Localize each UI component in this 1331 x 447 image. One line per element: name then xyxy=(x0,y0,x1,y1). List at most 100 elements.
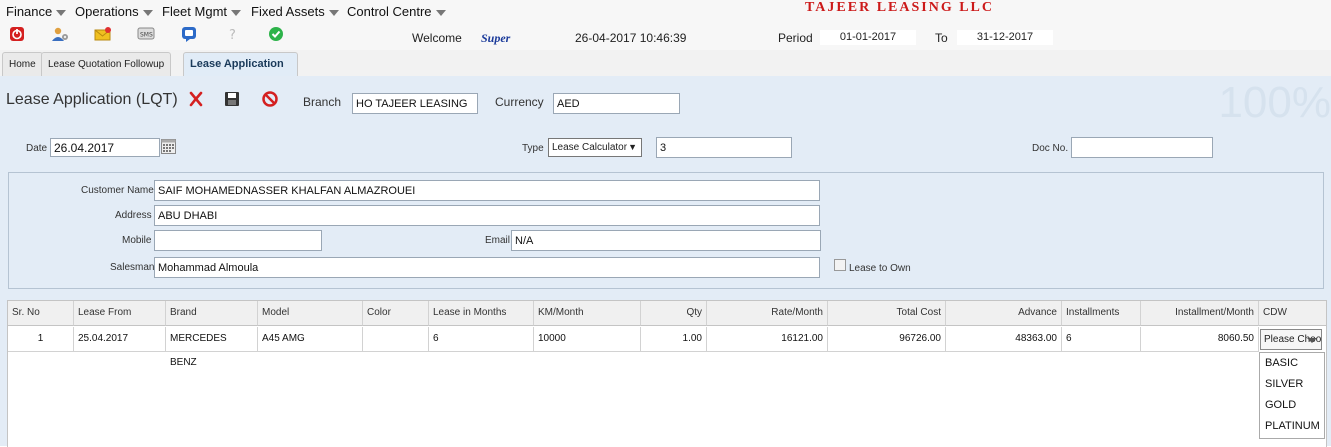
cdw-option[interactable]: SILVER xyxy=(1260,374,1324,395)
type-select-value: Lease Calculator xyxy=(552,142,628,153)
lease-to-own-label: Lease to Own xyxy=(849,263,911,274)
chevron-down-icon xyxy=(231,9,242,16)
menu-fleet-mgmt[interactable]: Fleet Mgmt xyxy=(162,4,242,19)
cancel-icon[interactable] xyxy=(262,91,278,107)
table-cell[interactable]: 48363.00 xyxy=(946,327,1062,352)
table-cell[interactable]: 8060.50 xyxy=(1141,327,1259,352)
save-icon[interactable] xyxy=(224,91,240,107)
docno-field[interactable] xyxy=(1071,137,1213,158)
toolbar: SMS ? Welcome Super 26-04-2017 10:46:39 … xyxy=(0,22,1331,50)
column-header: Color xyxy=(363,301,429,326)
email-label: Email xyxy=(485,235,511,246)
tab-lease-quotation-followup[interactable]: Lease Quotation Followup xyxy=(41,52,172,76)
tab-home[interactable]: Home xyxy=(2,52,43,76)
table-cell[interactable] xyxy=(363,327,429,352)
docno-label: Doc No. xyxy=(1032,143,1069,154)
column-header: Lease From xyxy=(74,301,166,326)
branch-field[interactable]: HO TAJEER LEASING xyxy=(352,93,478,114)
column-header: Installments xyxy=(1062,301,1141,326)
column-header: Total Cost xyxy=(828,301,946,326)
cdw-option[interactable]: BASIC xyxy=(1260,353,1324,374)
menu-label: Fixed Assets xyxy=(251,4,325,19)
sms-icon[interactable]: SMS xyxy=(137,26,155,42)
tab-lease-application[interactable]: Lease Application xyxy=(183,52,298,77)
table-cell[interactable]: A45 AMG xyxy=(258,327,363,352)
cdw-option[interactable]: PLATINUM xyxy=(1260,416,1324,437)
address-field[interactable]: ABU DHABI xyxy=(154,205,820,226)
menu-label: Finance xyxy=(6,4,53,19)
chevron-down-icon xyxy=(56,9,67,16)
table-cell[interactable]: MERCEDES BENZ xyxy=(166,327,258,368)
chevron-down-icon xyxy=(142,9,153,16)
delete-icon[interactable] xyxy=(188,91,204,107)
type-number-field[interactable]: 3 xyxy=(656,137,792,158)
table-cell[interactable]: 6 xyxy=(1062,327,1141,352)
table-cell[interactable]: 10000 xyxy=(534,327,641,352)
table-cell[interactable]: 25.04.2017 xyxy=(74,327,166,352)
period-label: Period xyxy=(778,31,813,45)
table-cell[interactable]: 1.00 xyxy=(641,327,707,352)
column-header: Brand xyxy=(166,301,258,326)
period-to-field[interactable]: 31-12-2017 xyxy=(957,30,1053,45)
zoom-watermark: 100% xyxy=(1218,78,1331,127)
column-header: Qty xyxy=(641,301,707,326)
cdw-dropdown: BASIC SILVER GOLD PLATINUM xyxy=(1259,352,1325,439)
power-icon[interactable] xyxy=(9,26,25,42)
salesman-label: Salesman xyxy=(110,262,155,273)
date-field[interactable]: 26.04.2017 xyxy=(50,138,160,157)
tab-bar: Home Lease Quotation Followup Lease Appl… xyxy=(0,50,1331,77)
menu-finance[interactable]: Finance xyxy=(6,4,67,19)
mail-icon[interactable] xyxy=(94,26,111,42)
currency-field[interactable]: AED xyxy=(553,93,680,114)
menu-label: Control Centre xyxy=(347,4,432,19)
column-header: Advance xyxy=(946,301,1062,326)
column-header: CDW xyxy=(1259,301,1326,326)
user-settings-icon[interactable] xyxy=(51,26,68,42)
menu-label: Operations xyxy=(75,4,139,19)
table-cell[interactable]: 16121.00 xyxy=(707,327,828,352)
check-icon[interactable] xyxy=(268,26,284,42)
period-to-label: To xyxy=(935,31,948,45)
column-header: Sr. No xyxy=(8,301,74,326)
username: Super xyxy=(481,31,511,45)
column-header: Rate/Month xyxy=(707,301,828,326)
chevron-down-icon: ▼ xyxy=(628,142,637,152)
company-name: TAJEER LEASING LLC xyxy=(805,0,995,15)
table-cell[interactable]: 96726.00 xyxy=(828,327,946,352)
chevron-down-icon xyxy=(328,9,339,16)
menu-control-centre[interactable]: Control Centre xyxy=(347,4,446,19)
welcome-label: Welcome xyxy=(412,31,462,45)
currency-label: Currency xyxy=(495,95,544,109)
branch-label: Branch xyxy=(303,95,342,109)
calendar-icon[interactable] xyxy=(161,139,176,154)
column-header: Installment/Month xyxy=(1141,301,1259,326)
table-cell[interactable]: 6 xyxy=(429,327,534,352)
chat-icon[interactable] xyxy=(181,26,197,42)
column-header: Lease in Months xyxy=(429,301,534,326)
cdw-select[interactable]: Please Choose xyxy=(1260,329,1322,350)
type-label: Type xyxy=(522,143,544,154)
period-from-field[interactable]: 01-01-2017 xyxy=(820,30,916,45)
svg-text:?: ? xyxy=(229,28,236,42)
lease-to-own-checkbox[interactable] xyxy=(834,259,846,271)
column-header: Model xyxy=(258,301,363,326)
type-select[interactable]: Lease Calculator ▼ xyxy=(548,138,642,157)
address-label: Address xyxy=(115,210,152,221)
mobile-field[interactable] xyxy=(154,230,322,251)
salesman-field[interactable]: Mohammad Almoula xyxy=(154,257,820,278)
email-field[interactable]: N/A xyxy=(511,230,821,251)
table-cell: 1 xyxy=(8,327,74,352)
menu-fixed-assets[interactable]: Fixed Assets xyxy=(251,4,339,19)
menu-label: Fleet Mgmt xyxy=(162,4,228,19)
chevron-down-icon xyxy=(435,9,446,16)
mobile-label: Mobile xyxy=(122,235,152,246)
cdw-option[interactable]: GOLD xyxy=(1260,395,1324,416)
svg-text:SMS: SMS xyxy=(140,32,153,39)
lease-items-table: Sr. No Lease From Brand Model Color Leas… xyxy=(7,300,1327,447)
help-icon[interactable]: ? xyxy=(225,26,241,43)
main-content: 100% Lease Application (LQT) Branch HO T… xyxy=(0,76,1331,447)
menu-operations[interactable]: Operations xyxy=(75,4,153,19)
current-datetime: 26-04-2017 10:46:39 xyxy=(575,31,687,45)
customer-name-field[interactable]: SAIF MOHAMEDNASSER KHALFAN ALMAZROUEI xyxy=(154,180,820,201)
column-header: KM/Month xyxy=(534,301,641,326)
